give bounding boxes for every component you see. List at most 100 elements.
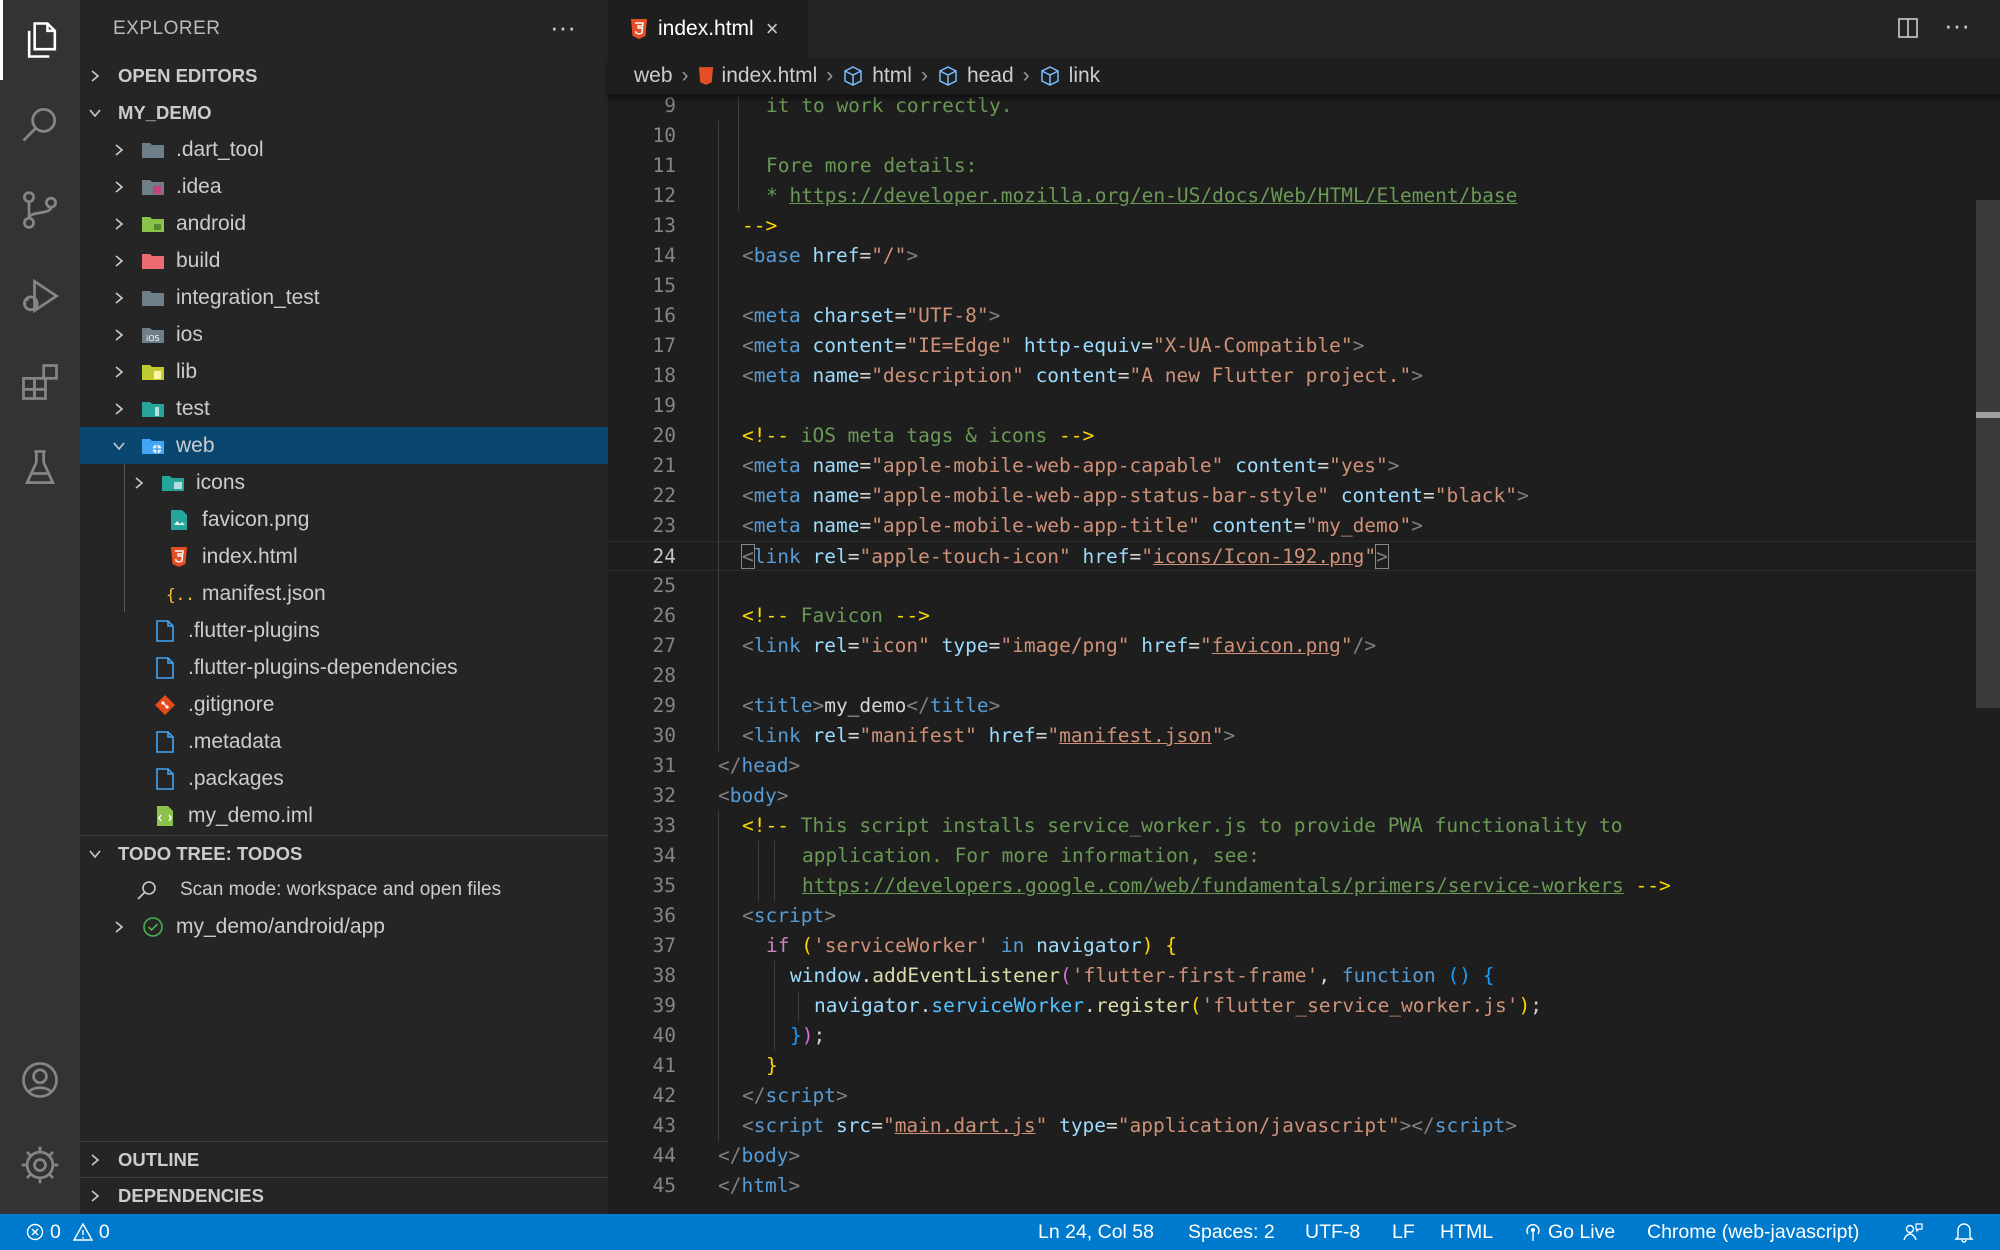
tree-item-flutter-plugins-dependencies[interactable]: .flutter-plugins-dependencies bbox=[80, 649, 608, 686]
git-icon bbox=[150, 690, 180, 720]
attr-value-link[interactable]: icons/Icon-192.png bbox=[1153, 545, 1364, 568]
problems-indicator[interactable]: 0 0 bbox=[26, 1214, 110, 1250]
chevron-right-icon: › bbox=[1022, 64, 1030, 87]
tree-item-icons[interactable]: icons bbox=[80, 464, 608, 501]
code-text: --> bbox=[742, 211, 777, 241]
tree-item-test[interactable]: test bbox=[80, 390, 608, 427]
indentation[interactable]: Spaces: 2 bbox=[1188, 1214, 1275, 1250]
section-todo-tree[interactable]: TODO TREE: TODOS bbox=[80, 835, 608, 872]
breadcrumb-item[interactable]: web bbox=[634, 64, 673, 88]
attr-value: "A new Flutter project." bbox=[1129, 364, 1412, 387]
indent-guide bbox=[774, 871, 775, 901]
indent-guide bbox=[774, 1021, 775, 1051]
go-live-label: Go Live bbox=[1548, 1220, 1616, 1243]
code-text: window.addEventListener('flutter-first-f… bbox=[790, 964, 1495, 987]
attr-value: "black" bbox=[1434, 484, 1517, 507]
tree-item-manifest-json[interactable]: {..} manifest.json bbox=[80, 575, 608, 612]
tab-index-html[interactable]: index.html × bbox=[608, 0, 808, 58]
code-line: 26 <!-- Favicon --> bbox=[608, 601, 2000, 631]
string: 'flutter_service_worker.js' bbox=[1201, 994, 1519, 1017]
indent-guide bbox=[758, 871, 759, 901]
breadcrumb-item[interactable]: head bbox=[967, 64, 1014, 88]
tree-item-label: test bbox=[176, 396, 210, 420]
chevron-right-icon: › bbox=[826, 64, 834, 87]
debug-config[interactable]: Chrome (web-javascript) bbox=[1647, 1214, 1859, 1250]
more-actions-icon[interactable]: ··· bbox=[550, 12, 576, 43]
breadcrumb-item[interactable]: index.html bbox=[722, 64, 818, 88]
tree-item-lib[interactable]: lib bbox=[80, 353, 608, 390]
encoding[interactable]: UTF-8 bbox=[1305, 1214, 1360, 1250]
code-line: 42 </script> bbox=[608, 1081, 2000, 1111]
feedback-icon[interactable] bbox=[1902, 1214, 1924, 1250]
close-icon[interactable]: × bbox=[766, 16, 779, 42]
tree-item-android[interactable]: android bbox=[80, 205, 608, 242]
comment-delimiter: <!-- bbox=[742, 424, 789, 447]
line-number: 25 bbox=[652, 574, 676, 597]
tree-item-flutter-plugins[interactable]: .flutter-plugins bbox=[80, 612, 608, 649]
attr-name: content bbox=[1235, 454, 1318, 477]
breadcrumb-item[interactable]: html bbox=[872, 64, 912, 88]
tree-item-packages[interactable]: .packages bbox=[80, 760, 608, 797]
attr-name: content bbox=[1035, 364, 1118, 387]
tree-item-idea[interactable]: .idea bbox=[80, 168, 608, 205]
section-dependencies[interactable]: DEPENDENCIES bbox=[80, 1177, 608, 1214]
tree-item-ios[interactable]: iOS ios bbox=[80, 316, 608, 353]
todo-scan-mode[interactable]: Scan mode: workspace and open files bbox=[80, 871, 608, 908]
section-label: OPEN EDITORS bbox=[118, 65, 258, 86]
notifications-bell-icon[interactable] bbox=[1954, 1214, 1974, 1250]
attr-value-link[interactable]: manifest.json bbox=[1059, 724, 1212, 747]
split-editor-icon[interactable] bbox=[1896, 16, 1920, 45]
explorer-icon[interactable] bbox=[0, 0, 80, 80]
testing-icon[interactable] bbox=[0, 428, 80, 508]
tree-item-label: manifest.json bbox=[202, 581, 326, 605]
variable: navigator bbox=[814, 994, 920, 1017]
comment-link[interactable]: https://developer.mozilla.org/en-US/docs… bbox=[789, 184, 1517, 207]
more-actions-icon[interactable]: ··· bbox=[1944, 10, 1970, 41]
go-live-button[interactable]: Go Live bbox=[1524, 1214, 1615, 1250]
vertical-scrollbar[interactable] bbox=[1976, 200, 2000, 708]
tree-item-my-demo-iml[interactable]: my_demo.iml bbox=[80, 797, 608, 834]
tree-item-integration-test[interactable]: integration_test bbox=[80, 279, 608, 316]
comment-link[interactable]: https://developers.google.com/web/fundam… bbox=[802, 874, 1624, 897]
tree-item-web[interactable]: web bbox=[80, 427, 608, 464]
section-open-editors[interactable]: OPEN EDITORS bbox=[80, 58, 608, 94]
tree-item-build[interactable]: build bbox=[80, 242, 608, 279]
explorer-sidebar: EXPLORER ··· OPEN EDITORS MY_DEMO .dart_… bbox=[80, 0, 608, 1214]
comment-text: iOS meta tags & icons bbox=[788, 424, 1059, 447]
code-text: <link rel="manifest" href="manifest.json… bbox=[742, 724, 1236, 747]
sidebar-title: EXPLORER bbox=[113, 18, 221, 39]
chevron-right-icon bbox=[108, 328, 130, 342]
code-line: 34 application. For more information, see… bbox=[608, 841, 2000, 871]
end-of-line[interactable]: LF bbox=[1392, 1214, 1415, 1250]
section-my-demo[interactable]: MY_DEMO bbox=[80, 95, 608, 131]
section-outline[interactable]: OUTLINE bbox=[80, 1141, 608, 1178]
attr-value: "X-UA-Compatible" bbox=[1152, 334, 1353, 357]
cursor-position[interactable]: Ln 24, Col 58 bbox=[1038, 1214, 1154, 1250]
attr-value-link[interactable]: favicon.png bbox=[1212, 634, 1341, 657]
attr-value-link[interactable]: main.dart.js bbox=[895, 1114, 1036, 1137]
source-control-icon[interactable] bbox=[0, 170, 80, 250]
run-debug-icon[interactable] bbox=[0, 256, 80, 336]
code-line: 43 <script src="main.dart.js" type="appli… bbox=[608, 1111, 2000, 1141]
tree-item-gitignore[interactable]: .gitignore bbox=[80, 686, 608, 723]
todo-item-android-app[interactable]: my_demo/android/app bbox=[80, 908, 608, 945]
code-line: 16 <meta charset="UTF-8"> bbox=[608, 301, 2000, 331]
accounts-icon[interactable] bbox=[0, 1040, 80, 1120]
manage-gear-icon[interactable] bbox=[0, 1125, 80, 1205]
line-number: 34 bbox=[652, 844, 676, 867]
attr-name: href bbox=[988, 724, 1036, 747]
line-number: 31 bbox=[652, 754, 676, 777]
chevron-right-icon bbox=[108, 920, 130, 934]
cube-icon bbox=[842, 65, 864, 87]
breadcrumb-item[interactable]: link bbox=[1069, 64, 1101, 88]
tree-item-index-html[interactable]: index.html bbox=[80, 538, 608, 575]
cube-icon bbox=[1039, 65, 1061, 87]
search-icon[interactable] bbox=[0, 84, 80, 164]
tree-item-dart-tool[interactable]: .dart_tool bbox=[80, 131, 608, 168]
tree-item-favicon-png[interactable]: favicon.png bbox=[80, 501, 608, 538]
tree-item-metadata[interactable]: .metadata bbox=[80, 723, 608, 760]
extensions-icon[interactable] bbox=[0, 342, 80, 422]
language-mode[interactable]: HTML bbox=[1440, 1214, 1493, 1250]
folder-android-icon bbox=[138, 209, 168, 239]
code-editor[interactable]: 9 it to work correctly. 10 11 Fore more de… bbox=[608, 94, 2000, 1214]
